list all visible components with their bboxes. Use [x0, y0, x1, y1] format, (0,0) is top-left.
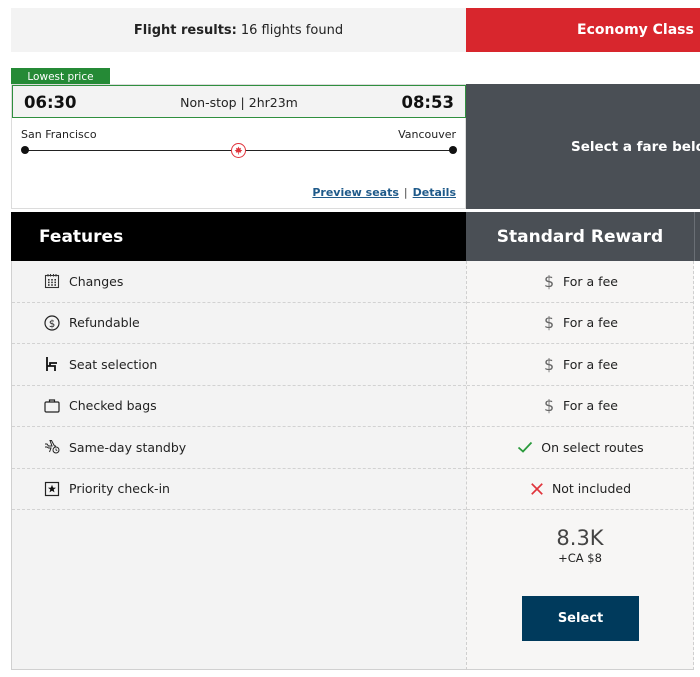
feature-row-refundable: $ Refundable	[12, 303, 466, 344]
fare-column-standard-reward: $ For a fee $ For a fee $ For a fee $ Fo…	[466, 261, 694, 670]
cabin-class-header: Economy Class	[466, 8, 700, 52]
fare-value: For a fee	[563, 273, 618, 289]
svg-text:$: $	[49, 319, 55, 330]
feature-label: Priority check-in	[69, 481, 170, 497]
feature-label: Seat selection	[69, 356, 158, 372]
fare-value: For a fee	[563, 356, 618, 372]
dollar-icon: $	[543, 271, 555, 291]
fare-value: For a fee	[563, 398, 618, 414]
feature-label: Checked bags	[69, 398, 157, 414]
select-fare-button[interactable]: Select	[522, 596, 639, 641]
destination-dot	[449, 146, 457, 154]
dollar-icon: $	[543, 354, 555, 374]
suitcase-icon	[43, 397, 61, 415]
next-fare-header-partial	[694, 212, 700, 261]
fare-header-standard-reward: Standard Reward	[466, 212, 694, 261]
checkmark-icon	[516, 439, 534, 455]
fare-value: For a fee	[563, 315, 618, 331]
destination-city: Vancouver	[398, 128, 456, 141]
star-box-icon	[43, 480, 61, 498]
fare-cell-same-day-standby: On select routes	[467, 427, 693, 469]
flight-card[interactable]: 06:30 Non-stop | 2hr23m 08:53 San Franci…	[11, 84, 466, 209]
fare-cell-checked-bags: $ For a fee	[467, 386, 693, 427]
fare-cell-refundable: $ For a fee	[467, 303, 693, 344]
fare-prompt: Select a fare below	[466, 84, 700, 209]
results-count: 16 flights found	[240, 22, 344, 38]
flight-links: Preview seats | Details	[312, 186, 456, 199]
fare-value: On select routes	[541, 439, 644, 455]
plane-clock-icon	[43, 438, 61, 456]
cross-icon	[529, 481, 545, 497]
flight-duration: Non-stop | 2hr23m	[180, 95, 298, 110]
lowest-price-badge: Lowest price	[11, 68, 110, 85]
feature-row-same-day-standby: Same-day standby	[12, 427, 466, 469]
flight-summary-header: 06:30 Non-stop | 2hr23m 08:53	[12, 85, 466, 118]
feature-row-changes: Changes	[12, 261, 466, 303]
feature-row-seat-selection: Seat selection	[12, 344, 466, 386]
feature-label: Refundable	[69, 315, 140, 331]
dollar-icon: $	[543, 396, 555, 416]
results-summary: Flight results: 16 flights found	[11, 8, 466, 52]
fare-cell-seat-selection: $ For a fee	[467, 344, 693, 386]
feature-row-checked-bags: Checked bags	[12, 386, 466, 427]
preview-seats-link[interactable]: Preview seats	[312, 186, 399, 199]
fare-cell-changes: $ For a fee	[467, 261, 693, 303]
fare-cell-priority-check-in: Not included	[467, 469, 693, 510]
link-separator: |	[403, 186, 408, 199]
seat-icon	[43, 355, 61, 373]
features-header: Features	[11, 212, 466, 261]
feature-label: Changes	[69, 273, 124, 289]
fare-value: Not included	[551, 481, 632, 497]
arrival-time: 08:53	[401, 93, 454, 112]
feature-row-priority-check-in: Priority check-in	[12, 469, 466, 510]
cash-price: +CA $8	[558, 551, 602, 565]
points-price: 8.3K	[556, 526, 604, 550]
origin-dot	[21, 146, 29, 154]
maple-leaf-logo-icon	[231, 143, 246, 158]
dollar-icon: $	[543, 313, 555, 333]
dollar-circle-icon: $	[43, 314, 61, 332]
fare-price: 8.3K +CA $8	[467, 526, 693, 565]
origin-city: San Francisco	[21, 128, 97, 141]
features-column: Changes $ Refundable Seat selection Chec…	[11, 261, 466, 670]
details-link[interactable]: Details	[413, 186, 456, 199]
results-label: Flight results:	[133, 22, 237, 38]
feature-label: Same-day standby	[69, 439, 187, 455]
calendar-icon	[43, 272, 61, 290]
